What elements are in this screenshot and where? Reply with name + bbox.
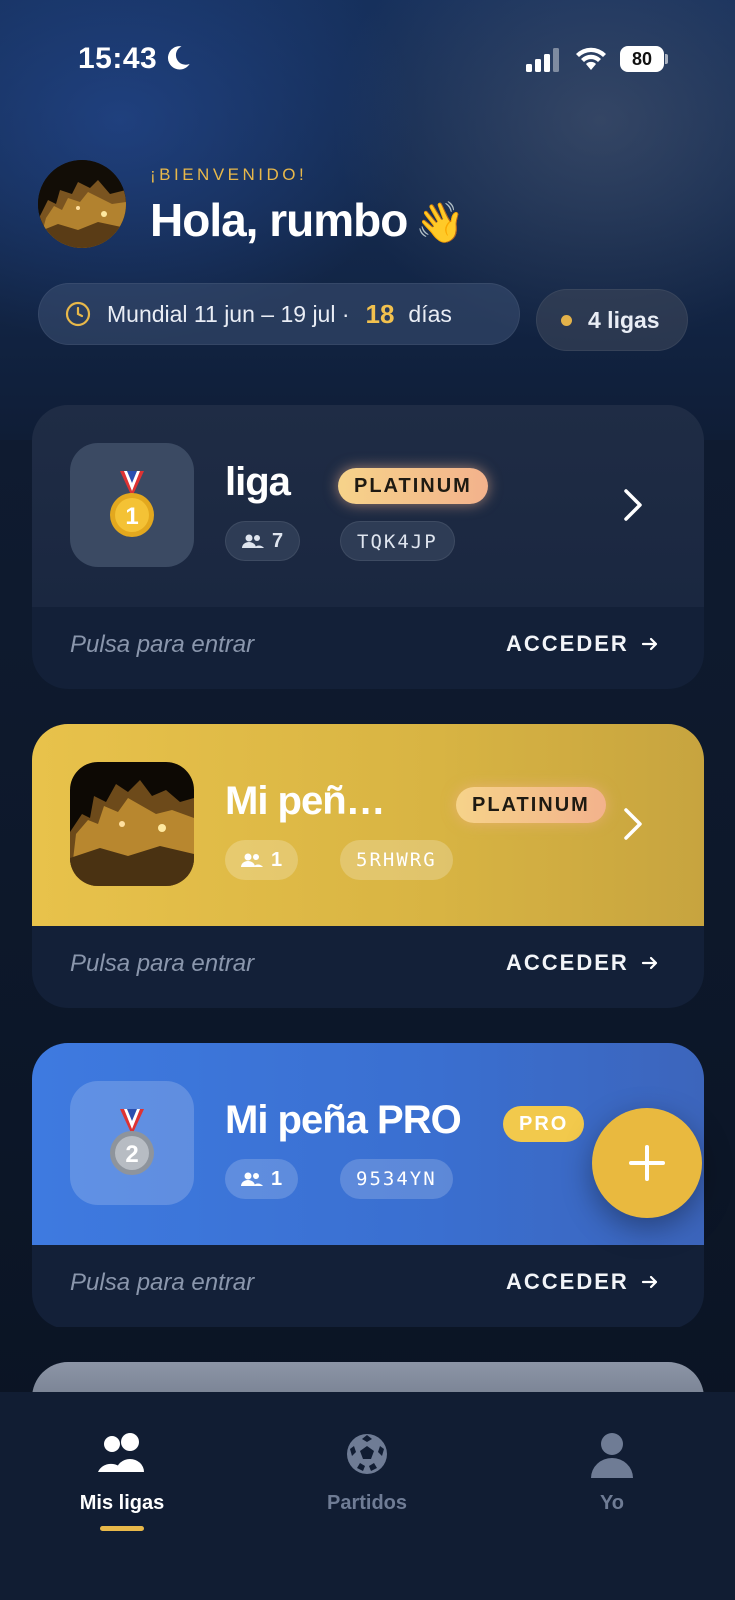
enter-hint: Pulsa para entrar (70, 631, 255, 658)
league-thumbnail: 1 (70, 443, 194, 567)
leagues-count: 4 ligas (588, 306, 660, 333)
users-icon (241, 853, 263, 867)
members-count-chip: 7 (225, 521, 301, 561)
clock-icon (65, 301, 91, 327)
tab-yo[interactable]: Yo (512, 1392, 712, 1542)
status-dot-icon (561, 314, 572, 326)
users-icon (241, 1172, 263, 1186)
access-label: ACCEDER (506, 1269, 629, 1294)
days-label: días (408, 300, 452, 327)
wifi-icon (576, 47, 606, 70)
access-button[interactable]: ACCEDER (506, 950, 659, 976)
enter-hint: Pulsa para entrar (70, 1269, 255, 1296)
battery-icon: 80 (620, 46, 668, 72)
arrow-right-icon (641, 1275, 657, 1289)
status-time: 15:43 (78, 42, 158, 75)
league-card-header[interactable]: Mi peñ… PLATINUM 1 5RHWRG (32, 724, 704, 926)
league-code[interactable]: 9534YN (340, 1159, 453, 1199)
tab-label: Mis ligas (79, 1492, 165, 1514)
league-name: Mi peña PRO (225, 1098, 462, 1142)
league-code[interactable]: 5RHWRG (340, 840, 453, 880)
league-name: liga (225, 460, 291, 504)
svg-text:1: 1 (125, 503, 138, 530)
tier-badge: PLATINUM (456, 787, 606, 823)
members-count: 1 (271, 1167, 283, 1190)
tab-partidos[interactable]: Partidos (267, 1392, 467, 1542)
access-label: ACCEDER (506, 631, 629, 656)
status-bar: 15:43 80 (0, 0, 735, 120)
league-thumbnail: 2 (70, 1081, 194, 1205)
plus-icon (629, 1145, 665, 1181)
greeting-title: Hola, rumbo 👋 (150, 193, 465, 247)
league-thumbnail (70, 762, 194, 886)
silver-medal-icon: 2 (110, 1109, 154, 1175)
tab-label: Yo (599, 1492, 625, 1514)
tier-badge: PRO (503, 1106, 585, 1142)
days-remaining: 18 (365, 298, 395, 329)
greeting-text: Hola, rumbo (150, 194, 408, 246)
users-icon (242, 534, 264, 548)
access-button[interactable]: ACCEDER (506, 1269, 659, 1295)
battery-level: 80 (620, 46, 664, 72)
castle-photo (70, 762, 194, 886)
arrow-right-icon (641, 637, 657, 651)
waving-hand-icon: 👋 (415, 201, 465, 245)
tier-badge: PLATINUM (338, 468, 488, 504)
users-icon (98, 1433, 144, 1472)
leagues-count-pill[interactable]: 4 ligas (536, 289, 688, 351)
league-name: Mi peñ… (225, 779, 386, 823)
members-count-chip: 1 (225, 840, 299, 880)
tab-mis-ligas[interactable]: Mis ligas (22, 1392, 222, 1542)
league-code[interactable]: TQK4JP (340, 521, 455, 561)
chevron-right-icon[interactable] (618, 804, 646, 844)
chevron-right-icon[interactable] (618, 485, 646, 525)
castle-photo (38, 160, 126, 248)
active-tab-indicator (100, 1526, 144, 1531)
add-league-button[interactable] (592, 1108, 702, 1218)
soccer-ball-icon (347, 1434, 387, 1474)
moon-icon (167, 46, 190, 70)
user-icon (591, 1433, 633, 1478)
svg-text:2: 2 (125, 1141, 138, 1168)
access-label: ACCEDER (506, 950, 629, 975)
members-count-chip: 1 (225, 1159, 299, 1199)
tournament-dates: Mundial 11 jun – 19 jul · (107, 300, 350, 327)
arrow-right-icon (641, 956, 657, 970)
tab-label: Partidos (326, 1492, 408, 1514)
members-count: 7 (272, 529, 284, 552)
league-card[interactable]: 1 liga PLATINUM 7 TQK4JP Pulsa para entr… (32, 405, 704, 689)
bottom-tab-bar: Mis ligas Partidos Yo (0, 1392, 735, 1600)
league-card[interactable]: Mi peñ… PLATINUM 1 5RHWRG Pulsa para ent… (32, 724, 704, 1008)
avatar[interactable] (38, 160, 126, 248)
tournament-countdown-pill: Mundial 11 jun – 19 jul · 18 días (38, 283, 520, 345)
cellular-signal-icon (526, 48, 559, 72)
access-button[interactable]: ACCEDER (506, 631, 659, 657)
enter-hint: Pulsa para entrar (70, 950, 255, 977)
league-card-header[interactable]: 1 liga PLATINUM 7 TQK4JP (32, 405, 704, 607)
members-count: 1 (271, 848, 283, 871)
gold-medal-icon: 1 (110, 471, 154, 537)
welcome-label: ¡BIENVENIDO! (150, 165, 308, 184)
